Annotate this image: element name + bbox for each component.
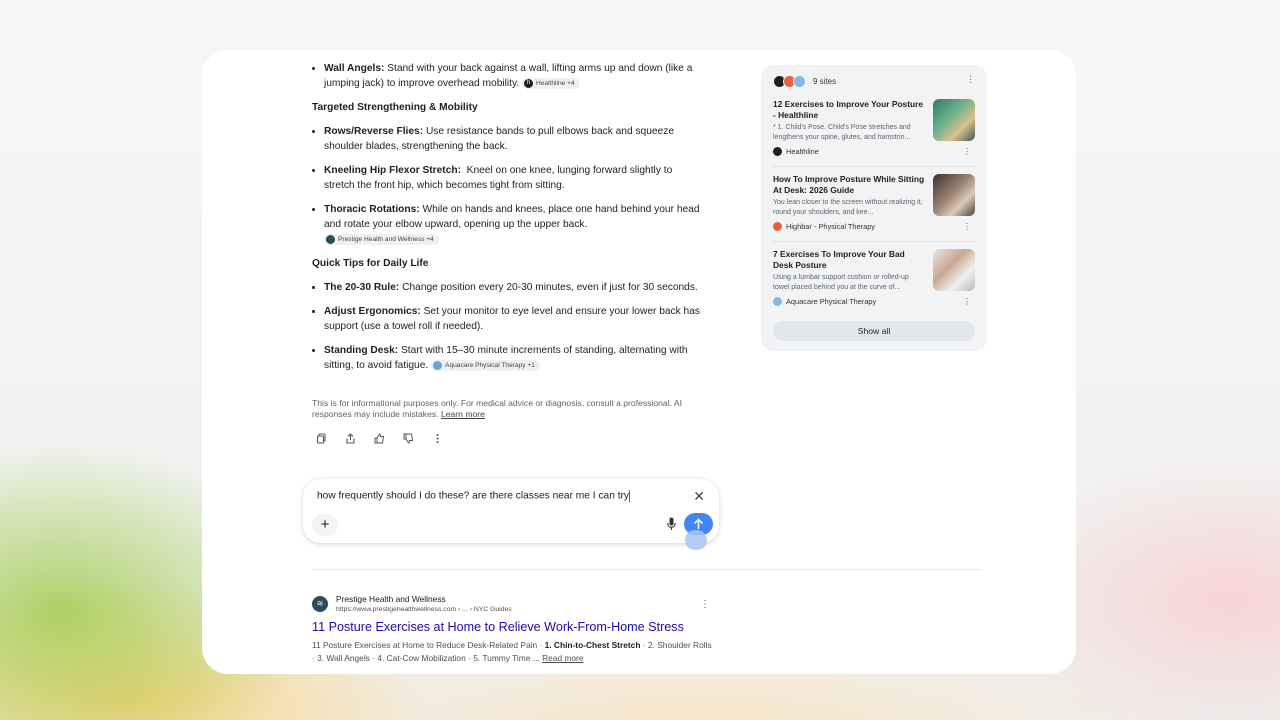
- source-chip[interactable]: Prestige Health and Wellness +4: [324, 233, 439, 245]
- section-heading: Quick Tips for Daily Life: [312, 258, 429, 269]
- sources-panel: 9 sites ⋮ 12 Exercises to Improve Your P…: [761, 65, 987, 351]
- healthline-icon: h: [524, 78, 533, 88]
- copy-icon[interactable]: [316, 433, 327, 444]
- list-item: Standing Desk: Start with 15–30 minute i…: [324, 343, 704, 373]
- more-options-icon[interactable]: ⋮: [963, 147, 971, 156]
- prompt-input[interactable]: how frequently should I do these? are th…: [317, 490, 631, 502]
- healthline-icon: [773, 147, 782, 156]
- arrow-up-icon: [693, 518, 704, 529]
- source-card[interactable]: How To Improve Posture While Sitting At …: [773, 174, 975, 244]
- divider: [773, 241, 975, 242]
- source-chip[interactable]: h Healthline +4: [522, 77, 580, 89]
- more-options-icon[interactable]: ⋮: [963, 297, 971, 306]
- search-results-card: Wall Angels: Stand with your back agains…: [202, 50, 1076, 674]
- site-favicon: ≋: [312, 596, 328, 612]
- list-item: Adjust Ergonomics: Set your monitor to e…: [324, 304, 704, 334]
- thumbs-down-icon[interactable]: [403, 433, 414, 444]
- read-more-link[interactable]: Read more: [542, 653, 583, 663]
- aquacare-icon: [433, 360, 443, 370]
- more-options-icon[interactable]: ⋮: [966, 74, 975, 85]
- more-options-icon[interactable]: ⋮: [963, 222, 971, 231]
- cursor-indicator: [685, 530, 707, 550]
- text-caret: [629, 490, 631, 502]
- source-thumbnail: [933, 99, 975, 141]
- highbar-icon: [773, 222, 782, 231]
- source-card[interactable]: 7 Exercises To Improve Your Bad Desk Pos…: [773, 249, 975, 319]
- more-options-icon[interactable]: [432, 433, 443, 444]
- ai-overview-answer: Wall Angels: Stand with your back agains…: [312, 50, 704, 444]
- aquacare-icon: [793, 74, 806, 88]
- more-options-icon[interactable]: ⋮: [700, 599, 710, 610]
- list-item: Kneeling Hip Flexor Stretch: Kneel on on…: [324, 163, 704, 193]
- clear-prompt-button[interactable]: ✕: [693, 488, 705, 505]
- section-heading: Targeted Strengthening & Mobility: [312, 102, 478, 113]
- source-chip[interactable]: Aquacare Physical Therapy +1: [431, 359, 540, 371]
- thumbs-up-icon[interactable]: [374, 433, 385, 444]
- disclaimer: This is for informational purposes only.…: [312, 398, 683, 419]
- source-thumbnail: [933, 249, 975, 291]
- sources-header[interactable]: 9 sites: [773, 74, 836, 88]
- list-item: Thoracic Rotations: While on hands and k…: [324, 202, 704, 247]
- source-favicons: [773, 74, 806, 88]
- result-url[interactable]: https://www.prestigehealthwellness.com ›…: [336, 606, 512, 613]
- divider: [312, 569, 982, 570]
- source-card[interactable]: 12 Exercises to Improve Your Posture - H…: [773, 99, 975, 169]
- result-title-link[interactable]: 11 Posture Exercises at Home to Relieve …: [312, 620, 684, 634]
- list-item: Rows/Reverse Flies: Use resistance bands…: [324, 124, 704, 154]
- add-attachment-button[interactable]: +: [312, 514, 338, 536]
- source-thumbnail: [933, 174, 975, 216]
- learn-more-link[interactable]: Learn more: [441, 409, 485, 419]
- list-item: The 20-30 Rule: Change position every 20…: [324, 280, 704, 295]
- follow-up-prompt-box[interactable]: how frequently should I do these? are th…: [303, 479, 719, 543]
- share-icon[interactable]: [345, 433, 356, 444]
- prestige-icon: [326, 234, 335, 244]
- feedback-actions: [312, 433, 704, 444]
- microphone-icon[interactable]: [667, 517, 676, 531]
- list-item: Wall Angels: Stand with your back agains…: [324, 61, 704, 91]
- divider: [773, 166, 975, 167]
- result-site-name[interactable]: Prestige Health and Wellness: [336, 594, 446, 604]
- show-all-button[interactable]: Show all: [773, 321, 975, 341]
- result-snippet: 11 Posture Exercises at Home to Reduce D…: [312, 640, 712, 663]
- aquacare-icon: [773, 297, 782, 306]
